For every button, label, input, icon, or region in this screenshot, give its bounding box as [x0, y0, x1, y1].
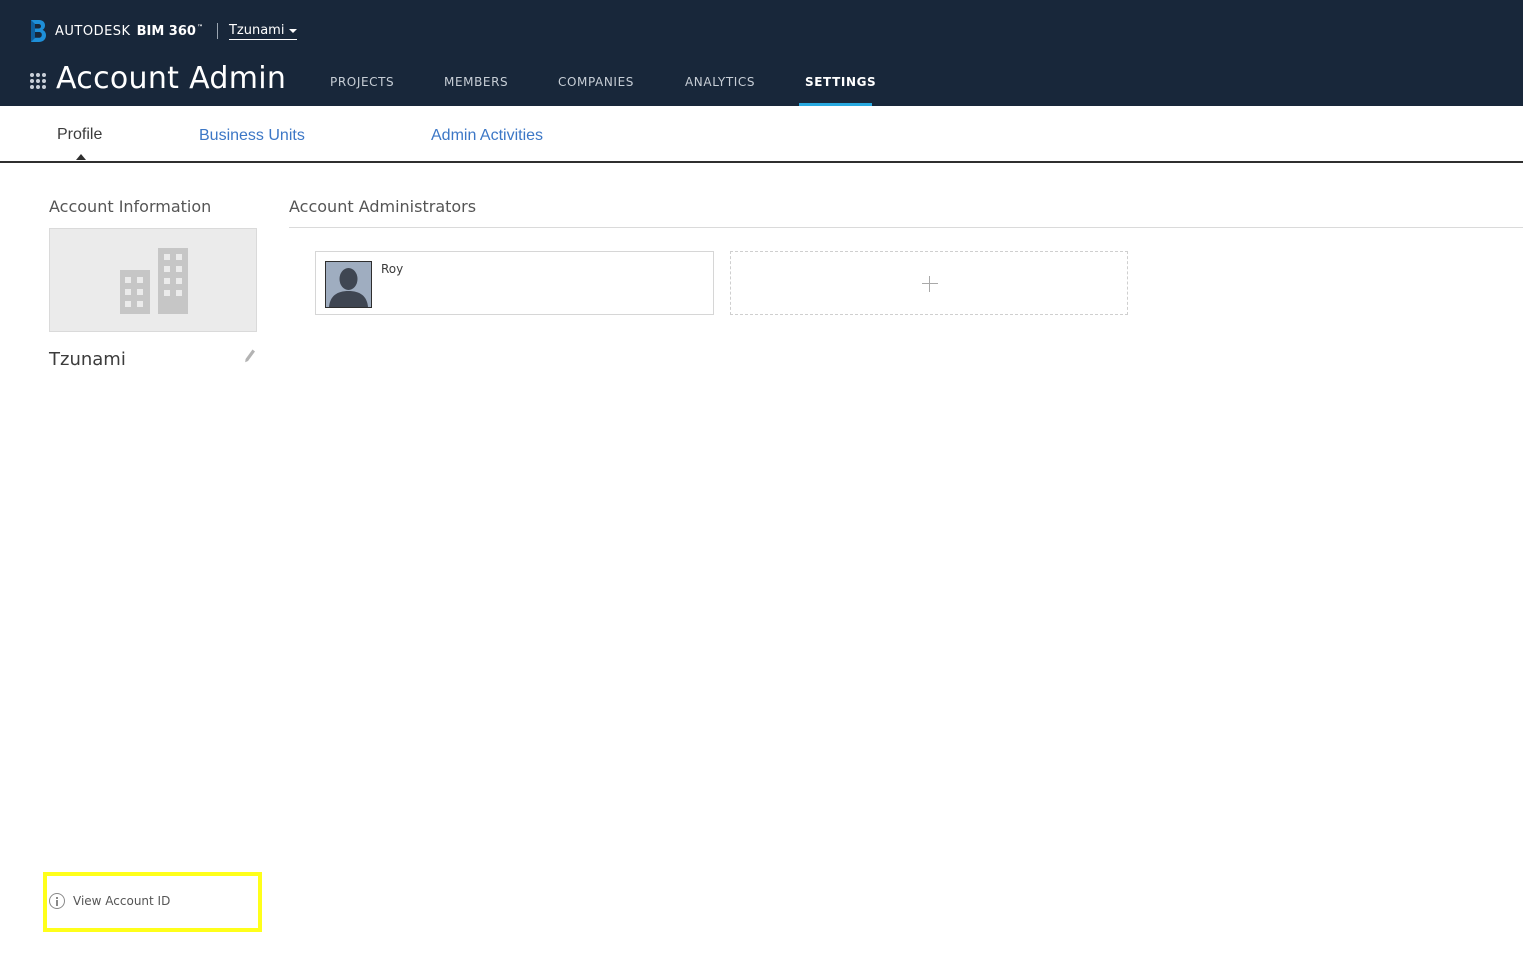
user-avatar-icon	[325, 261, 372, 308]
nav-members[interactable]: MEMBERS	[444, 75, 508, 107]
product-name-text: BIM 360	[136, 23, 196, 39]
top-header: AUTODESK BIM 360™ Tzunami Account Admin …	[0, 0, 1523, 106]
product-name: BIM 360™	[137, 24, 203, 39]
building-icon	[120, 248, 188, 314]
account-image[interactable]	[49, 228, 257, 332]
caret-down-icon	[289, 29, 298, 33]
trademark: ™	[196, 23, 203, 31]
plus-icon-bar	[922, 283, 938, 284]
nav-projects[interactable]: PROJECTS	[330, 75, 394, 107]
view-account-id-label: View Account ID	[73, 894, 171, 908]
pencil-icon[interactable]	[244, 349, 256, 363]
nav-companies[interactable]: COMPANIES	[558, 75, 634, 107]
app-launcher-grid-icon[interactable]	[30, 73, 46, 89]
brand-divider	[216, 23, 218, 39]
view-account-id-link[interactable]: View Account ID	[49, 893, 170, 909]
tab-business-units[interactable]: Business Units	[199, 127, 305, 145]
account-switcher-dropdown[interactable]: Tzunami	[228, 22, 298, 40]
account-switcher-label: Tzunami	[228, 22, 285, 38]
settings-subnav: Profile Business Units Admin Activities	[0, 106, 1523, 163]
brand-bar: AUTODESK BIM 360™ Tzunami	[29, 19, 298, 43]
admin-name: Roy	[381, 262, 404, 276]
admin-card[interactable]: Roy	[315, 251, 714, 315]
tab-profile[interactable]: Profile	[57, 126, 102, 144]
plus-icon	[929, 276, 930, 292]
account-information-heading: Account Information	[49, 197, 212, 216]
add-administrator-button[interactable]	[730, 251, 1128, 315]
app-title: Account Admin	[56, 61, 287, 96]
active-tab-pointer	[76, 154, 86, 160]
account-name: Tzunami	[49, 349, 126, 370]
admins-divider	[289, 227, 1523, 228]
account-administrators-heading: Account Administrators	[289, 197, 477, 216]
bim360-logo-icon[interactable]	[29, 19, 47, 43]
nav-analytics[interactable]: ANALYTICS	[685, 75, 755, 107]
tab-admin-activities[interactable]: Admin Activities	[431, 127, 543, 145]
info-icon	[49, 893, 65, 909]
autodesk-wordmark: AUTODESK	[55, 23, 131, 39]
